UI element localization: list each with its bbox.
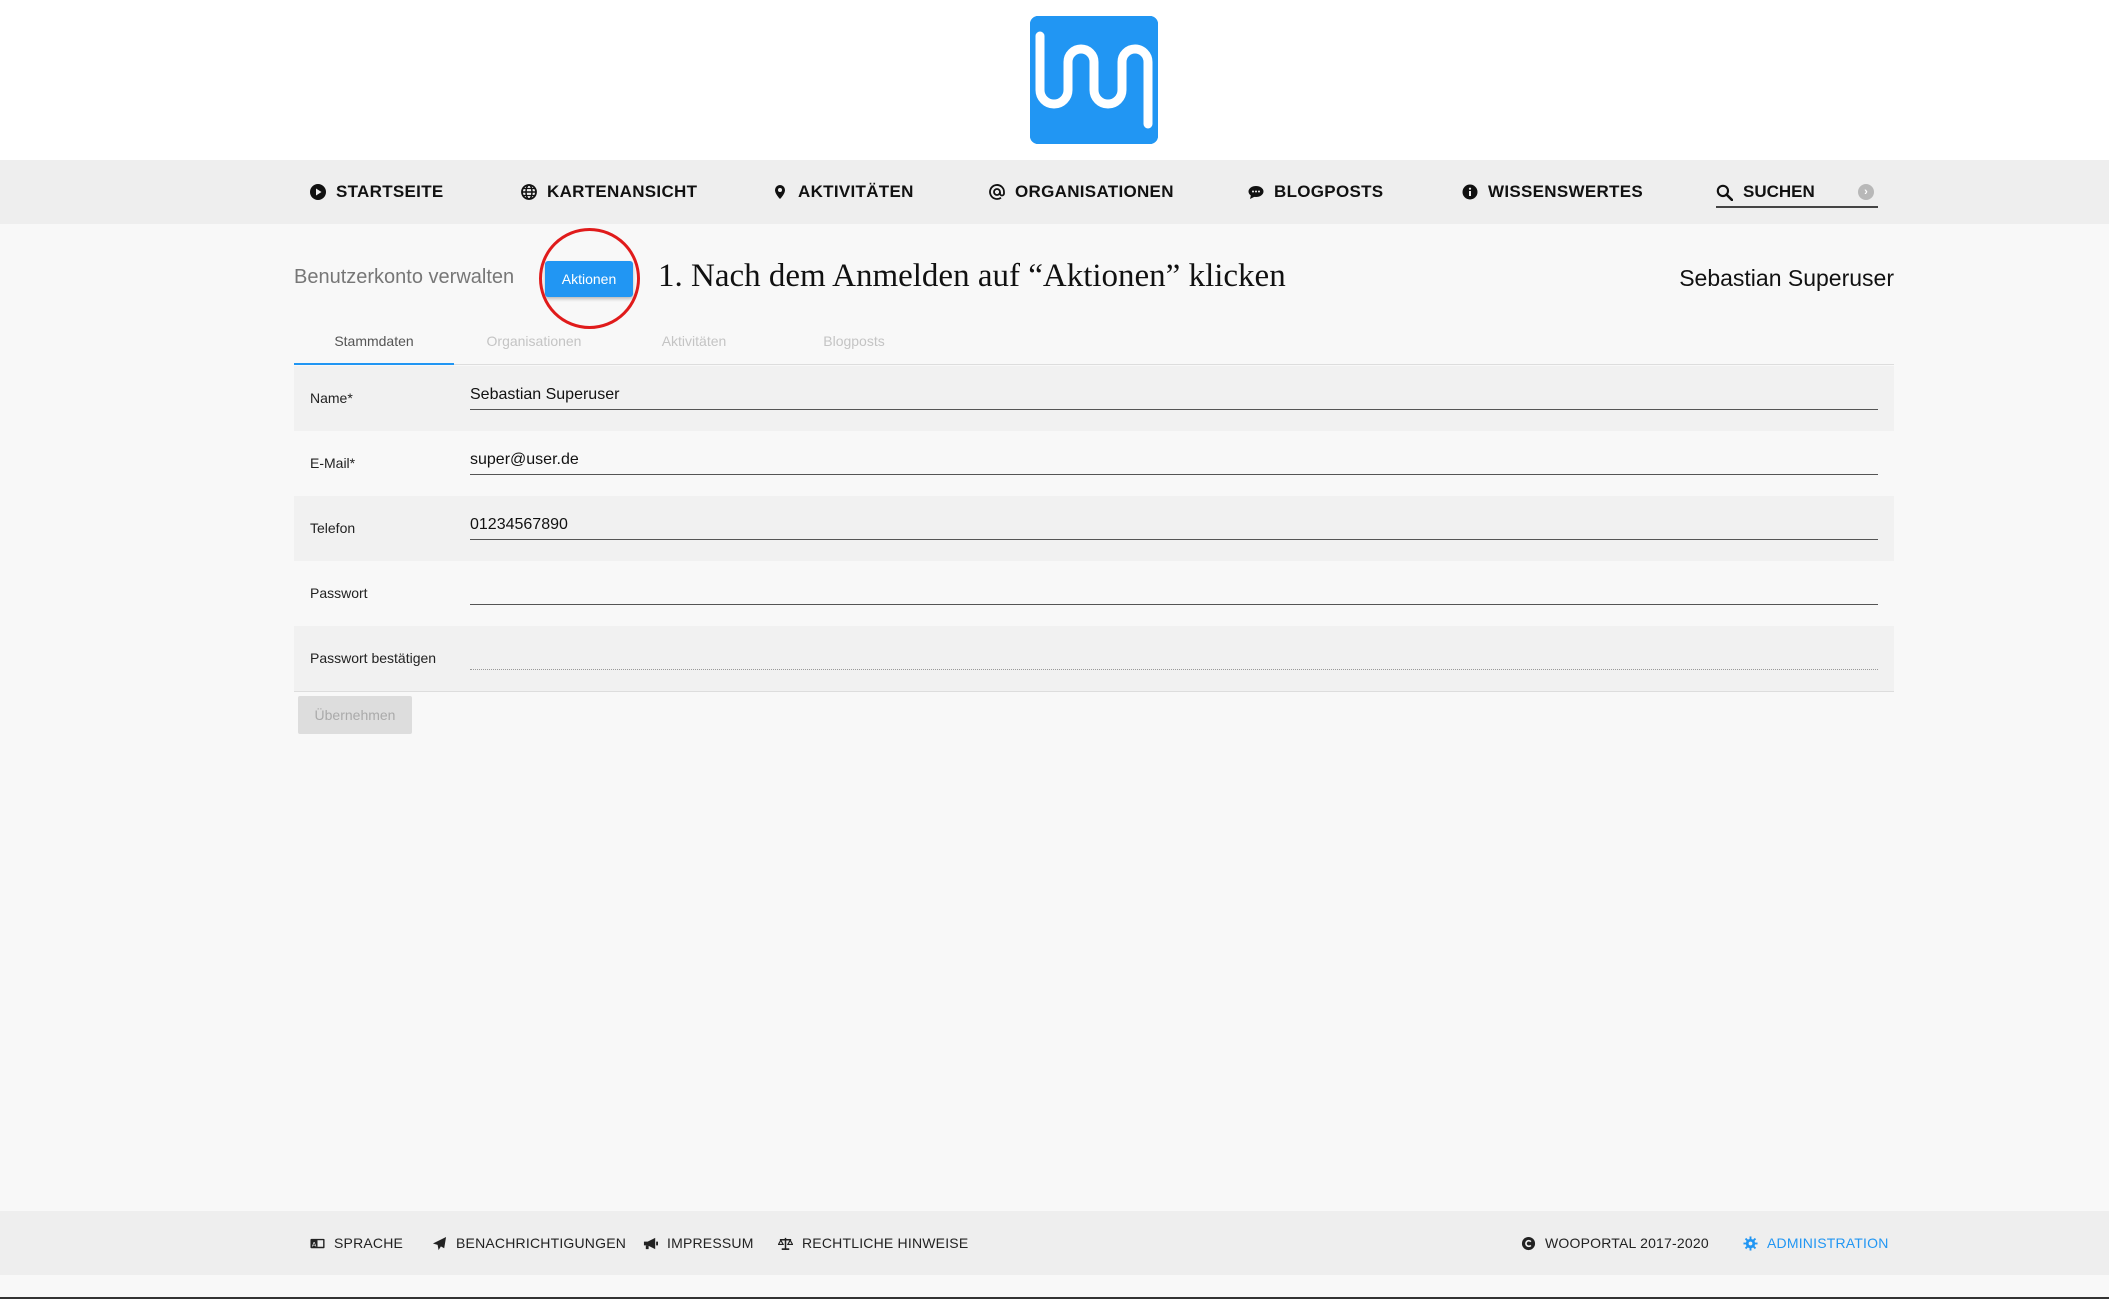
- nav-startseite[interactable]: STARTSEITE: [310, 160, 444, 224]
- play-circle-icon: [310, 184, 326, 200]
- footer: A SPRACHE BENACHRICHTIGUNGEN IMPRESSUM R…: [0, 1211, 2109, 1275]
- copyright-text: WOOPORTAL 2017-2020: [1545, 1235, 1709, 1251]
- footer-label: IMPRESSUM: [667, 1235, 754, 1251]
- email-label: E-Mail*: [310, 455, 356, 471]
- nav-blogposts[interactable]: BLOGPOSTS: [1248, 160, 1383, 224]
- nav-label: AKTIVITÄTEN: [798, 182, 914, 201]
- search-icon: [1716, 184, 1733, 201]
- nav-label: BLOGPOSTS: [1274, 182, 1384, 201]
- name-field[interactable]: [470, 380, 1878, 410]
- paper-plane-icon: [432, 1236, 447, 1250]
- gear-icon: [1743, 1235, 1758, 1251]
- balance-scale-icon: [778, 1237, 793, 1250]
- tutorial-annotation: 1. Nach dem Anmelden auf “Aktionen” klic…: [658, 258, 1286, 294]
- password-confirm-field[interactable]: [470, 640, 1878, 670]
- globe-icon: [521, 184, 537, 200]
- form-row-password-confirm: Passwort bestätigen: [294, 626, 1894, 691]
- info-icon: [1462, 184, 1478, 200]
- footer-impressum[interactable]: IMPRESSUM: [643, 1211, 754, 1275]
- password-confirm-label: Passwort bestätigen: [310, 650, 437, 666]
- language-icon: A: [310, 1238, 325, 1248]
- footer-rechtliche-hinweise[interactable]: RECHTLICHE HINWEISE: [778, 1211, 968, 1275]
- footer-label: RECHTLICHE HINWEISE: [802, 1235, 969, 1251]
- form-row-email: E-Mail*: [294, 431, 1894, 496]
- nav-wissenswertes[interactable]: WISSENSWERTES: [1462, 160, 1643, 224]
- tab-blogposts[interactable]: Blogposts: [774, 325, 934, 365]
- name-label: Name*: [310, 390, 353, 406]
- nav-kartenansicht[interactable]: KARTENANSICHT: [521, 160, 697, 224]
- actions-button[interactable]: Aktionen: [545, 261, 633, 297]
- email-field[interactable]: [470, 445, 1878, 475]
- search-field[interactable]: SUCHEN ›: [1716, 178, 1878, 208]
- footer-administration[interactable]: ADMINISTRATION: [1743, 1211, 1889, 1275]
- nav-label: KARTENANSICHT: [547, 182, 698, 201]
- page-title: Benutzerkonto verwalten: [294, 266, 515, 288]
- copyright-icon: [1521, 1236, 1536, 1250]
- tab-stammdaten[interactable]: Stammdaten: [294, 325, 454, 365]
- tab-aktivitaeten[interactable]: Aktivitäten: [614, 325, 774, 365]
- search-label: SUCHEN: [1743, 182, 1815, 201]
- tab-organisationen[interactable]: Organisationen: [454, 325, 614, 365]
- user-name: Sebastian Superuser: [1679, 265, 1894, 291]
- map-marker-icon: [775, 185, 785, 199]
- form-row-phone: Telefon: [294, 496, 1894, 561]
- footer-label: SPRACHE: [334, 1235, 404, 1251]
- apply-button[interactable]: Übernehmen: [298, 696, 412, 734]
- search-go-icon[interactable]: ›: [1858, 184, 1874, 200]
- form-row-name: Name*: [294, 366, 1894, 431]
- svg-text:A: A: [312, 1240, 317, 1248]
- nav-label: WISSENSWERTES: [1488, 182, 1644, 201]
- nav-label: STARTSEITE: [336, 182, 444, 201]
- password-field[interactable]: [470, 575, 1878, 605]
- logo-waves-icon: [1030, 16, 1158, 144]
- footer-sprache[interactable]: A SPRACHE: [310, 1211, 403, 1275]
- password-label: Passwort: [310, 585, 368, 601]
- bullhorn-icon: [643, 1237, 658, 1249]
- top-header: [0, 0, 2109, 160]
- nav-organisationen[interactable]: ORGANISATIONEN: [989, 160, 1174, 224]
- at-icon: [989, 184, 1005, 200]
- footer-benachrichtigungen[interactable]: BENACHRICHTIGUNGEN: [432, 1211, 626, 1275]
- phone-field[interactable]: [470, 510, 1878, 540]
- wooportal-logo[interactable]: [1030, 16, 1158, 144]
- admin-label: ADMINISTRATION: [1767, 1235, 1889, 1251]
- comment-icon: [1248, 186, 1264, 199]
- account-form: Name* E-Mail* Telefon Passwort Passwort …: [294, 366, 1894, 692]
- footer-label: BENACHRICHTIGUNGEN: [456, 1235, 627, 1251]
- footer-copyright: WOOPORTAL 2017-2020: [1521, 1211, 1709, 1275]
- nav-label: ORGANISATIONEN: [1015, 182, 1174, 201]
- nav-aktivitaeten[interactable]: AKTIVITÄTEN: [772, 160, 914, 224]
- account-tabs: Stammdaten Organisationen Aktivitäten Bl…: [294, 325, 1894, 365]
- form-row-password: Passwort: [294, 561, 1894, 626]
- phone-label: Telefon: [310, 520, 356, 536]
